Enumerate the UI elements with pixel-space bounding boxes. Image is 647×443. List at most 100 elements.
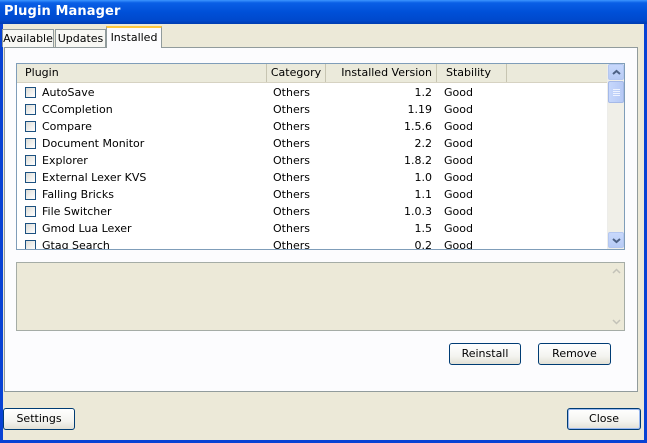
tab-available-label: Available (3, 32, 53, 45)
plugin-stability-cell: Good (444, 137, 473, 150)
plugin-checkbox[interactable] (25, 155, 36, 166)
reinstall-button-label: Reinstall (461, 347, 509, 360)
plugin-checkbox[interactable] (25, 121, 36, 132)
table-row[interactable]: Compare Others 1.5.6 Good (17, 118, 607, 135)
column-header-plugin-label: Plugin (25, 66, 59, 79)
remove-button-label: Remove (552, 347, 597, 360)
table-row[interactable]: Explorer Others 1.8.2 Good (17, 152, 607, 169)
chevron-down-icon (612, 238, 621, 244)
column-header-installed-version[interactable]: Installed Version (326, 64, 437, 82)
thumb-grip-line (613, 89, 620, 90)
plugin-stability-cell: Good (444, 103, 473, 116)
plugin-name-cell: Compare (42, 120, 92, 133)
plugin-name-cell: File Switcher (42, 205, 112, 218)
column-header-category[interactable]: Category (267, 64, 326, 82)
description-scrollbar[interactable] (609, 264, 623, 329)
tab-updates-label: Updates (57, 32, 104, 45)
settings-button[interactable]: Settings (3, 408, 75, 430)
plugin-checkbox[interactable] (25, 240, 36, 249)
table-row[interactable]: File Switcher Others 1.0.3 Good (17, 203, 607, 220)
scroll-thumb[interactable] (608, 81, 624, 103)
plugin-name-cell: Gtag Search (42, 239, 110, 250)
plugin-version-cell: 0.2 (414, 239, 433, 250)
chevron-up-icon (612, 69, 621, 75)
plugin-category-cell: Others (273, 86, 310, 99)
plugin-version-cell: 1.5 (414, 222, 433, 235)
list-vertical-scrollbar[interactable] (607, 64, 624, 249)
plugin-stability-cell: Good (444, 86, 473, 99)
reinstall-button[interactable]: Reinstall (449, 343, 521, 365)
plugin-checkbox[interactable] (25, 138, 36, 149)
plugin-stability-cell: Good (444, 239, 473, 250)
table-row[interactable]: Falling Bricks Others 1.1 Good (17, 186, 607, 203)
plugin-checkbox[interactable] (25, 104, 36, 115)
plugin-checkbox[interactable] (25, 189, 36, 200)
plugin-name-cell: Gmod Lua Lexer (42, 222, 132, 235)
plugin-stability-cell: Good (444, 171, 473, 184)
plugin-name-cell: AutoSave (42, 86, 95, 99)
tab-installed-label: Installed (110, 31, 158, 44)
scroll-up-button[interactable] (608, 64, 624, 80)
plugin-version-cell: 1.0 (414, 171, 433, 184)
table-row[interactable]: Document Monitor Others 2.2 Good (17, 135, 607, 152)
window-title: Plugin Manager (4, 4, 121, 19)
plugin-version-cell: 1.8.2 (404, 154, 432, 167)
plugin-category-cell: Others (273, 239, 310, 250)
plugin-name-cell: Document Monitor (42, 137, 145, 150)
plugin-version-cell: 1.5.6 (404, 120, 432, 133)
settings-button-label: Settings (16, 412, 62, 425)
plugin-checkbox[interactable] (25, 87, 36, 98)
close-button[interactable]: Close (567, 408, 641, 430)
remove-button[interactable]: Remove (538, 343, 611, 365)
plugin-version-cell: 1.2 (414, 86, 433, 99)
table-row[interactable]: External Lexer KVS Others 1.0 Good (17, 169, 607, 186)
plugin-version-cell: 2.2 (414, 137, 433, 150)
plugin-checkbox[interactable] (25, 172, 36, 183)
table-row[interactable]: Gtag Search Others 0.2 Good (17, 237, 607, 250)
plugin-name-cell: External Lexer KVS (42, 171, 147, 184)
list-header: Plugin Category Installed Version Stabil… (17, 64, 607, 83)
plugin-stability-cell: Good (444, 205, 473, 218)
scroll-down-button[interactable] (608, 232, 624, 248)
chevron-up-icon (612, 268, 621, 274)
plugin-name-cell: CCompletion (42, 103, 113, 116)
plugin-category-cell: Others (273, 103, 310, 116)
close-button-label: Close (589, 412, 619, 425)
table-row[interactable]: Gmod Lua Lexer Others 1.5 Good (17, 220, 607, 237)
column-header-plugin[interactable]: Plugin (17, 64, 267, 82)
table-row[interactable]: CCompletion Others 1.19 Good (17, 101, 607, 118)
plugin-stability-cell: Good (444, 120, 473, 133)
plugin-list[interactable]: Plugin Category Installed Version Stabil… (16, 63, 625, 250)
tab-updates[interactable]: Updates (55, 29, 106, 47)
thumb-grip-line (613, 95, 620, 96)
plugin-category-cell: Others (273, 205, 310, 218)
plugin-category-cell: Others (273, 171, 310, 184)
column-header-category-label: Category (270, 66, 322, 79)
plugin-checkbox[interactable] (25, 206, 36, 217)
plugin-version-cell: 1.0.3 (404, 205, 432, 218)
thumb-grip-line (613, 91, 620, 92)
plugin-version-cell: 1.19 (407, 103, 433, 116)
column-header-stability-label: Stability (446, 66, 492, 79)
plugin-stability-cell: Good (444, 188, 473, 201)
plugin-category-cell: Others (273, 137, 310, 150)
plugin-description-box[interactable] (16, 262, 625, 331)
plugin-category-cell: Others (273, 222, 310, 235)
plugin-version-cell: 1.1 (414, 188, 433, 201)
plugin-category-cell: Others (273, 154, 310, 167)
table-row[interactable]: AutoSave Others 1.2 Good (17, 84, 607, 101)
thumb-grip-line (613, 93, 620, 94)
tab-available[interactable]: Available (2, 29, 54, 47)
plugin-name-cell: Falling Bricks (42, 188, 114, 201)
column-header-stability[interactable]: Stability (437, 64, 507, 82)
plugin-stability-cell: Good (444, 222, 473, 235)
plugin-category-cell: Others (273, 120, 310, 133)
column-header-installed-version-label: Installed Version (341, 66, 432, 79)
plugin-stability-cell: Good (444, 154, 473, 167)
window-frame-left (0, 24, 3, 443)
chevron-down-icon (612, 319, 621, 325)
title-bar[interactable]: Plugin Manager (0, 0, 647, 24)
plugin-checkbox[interactable] (25, 223, 36, 234)
tab-installed[interactable]: Installed (106, 26, 162, 48)
plugin-name-cell: Explorer (42, 154, 88, 167)
